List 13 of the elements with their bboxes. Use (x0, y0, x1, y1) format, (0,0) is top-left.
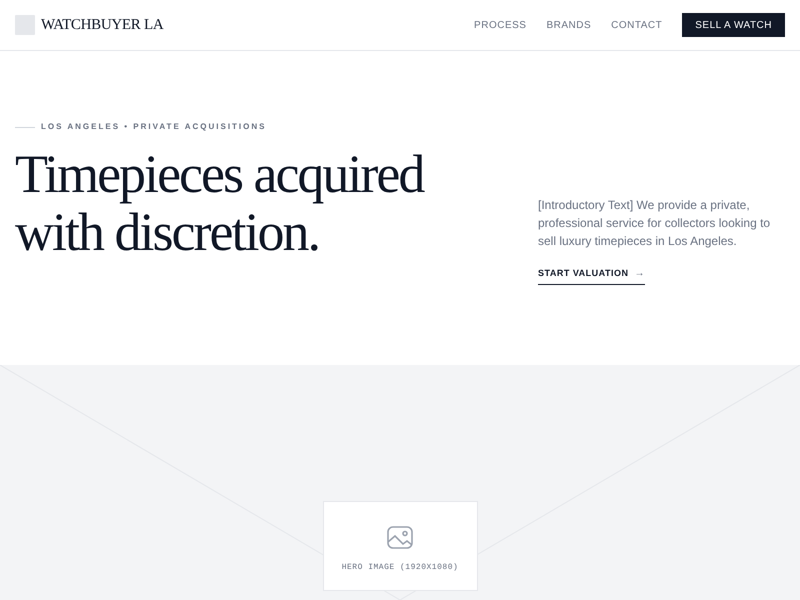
arrow-icon: → (634, 266, 645, 281)
logo-mark (15, 15, 35, 35)
hero-heading: Timepieces acquired with discretion. (15, 145, 425, 261)
nav-link[interactable]: CONTACT (611, 18, 662, 32)
image-icon (386, 524, 414, 550)
placeholder-label: HERO IMAGE (1920X1080) (342, 562, 458, 574)
sell-button[interactable]: SELL A WATCH (682, 13, 785, 37)
nav-link[interactable]: PROCESS (474, 18, 526, 32)
intro-text: [Introductory Text] We provide a private, professional service for collectors looking to sell luxury timepieces in Los Angeles. (538, 197, 772, 250)
eyebrow-text: LOS ANGELES • PRIVATE ACQUISITIONS (41, 121, 266, 133)
nav-link[interactable]: BRANDS (546, 18, 592, 32)
brand-name[interactable]: WATCHBUYER LA (41, 14, 164, 36)
start-valuation-link[interactable]: START VALUATION → (538, 266, 645, 285)
